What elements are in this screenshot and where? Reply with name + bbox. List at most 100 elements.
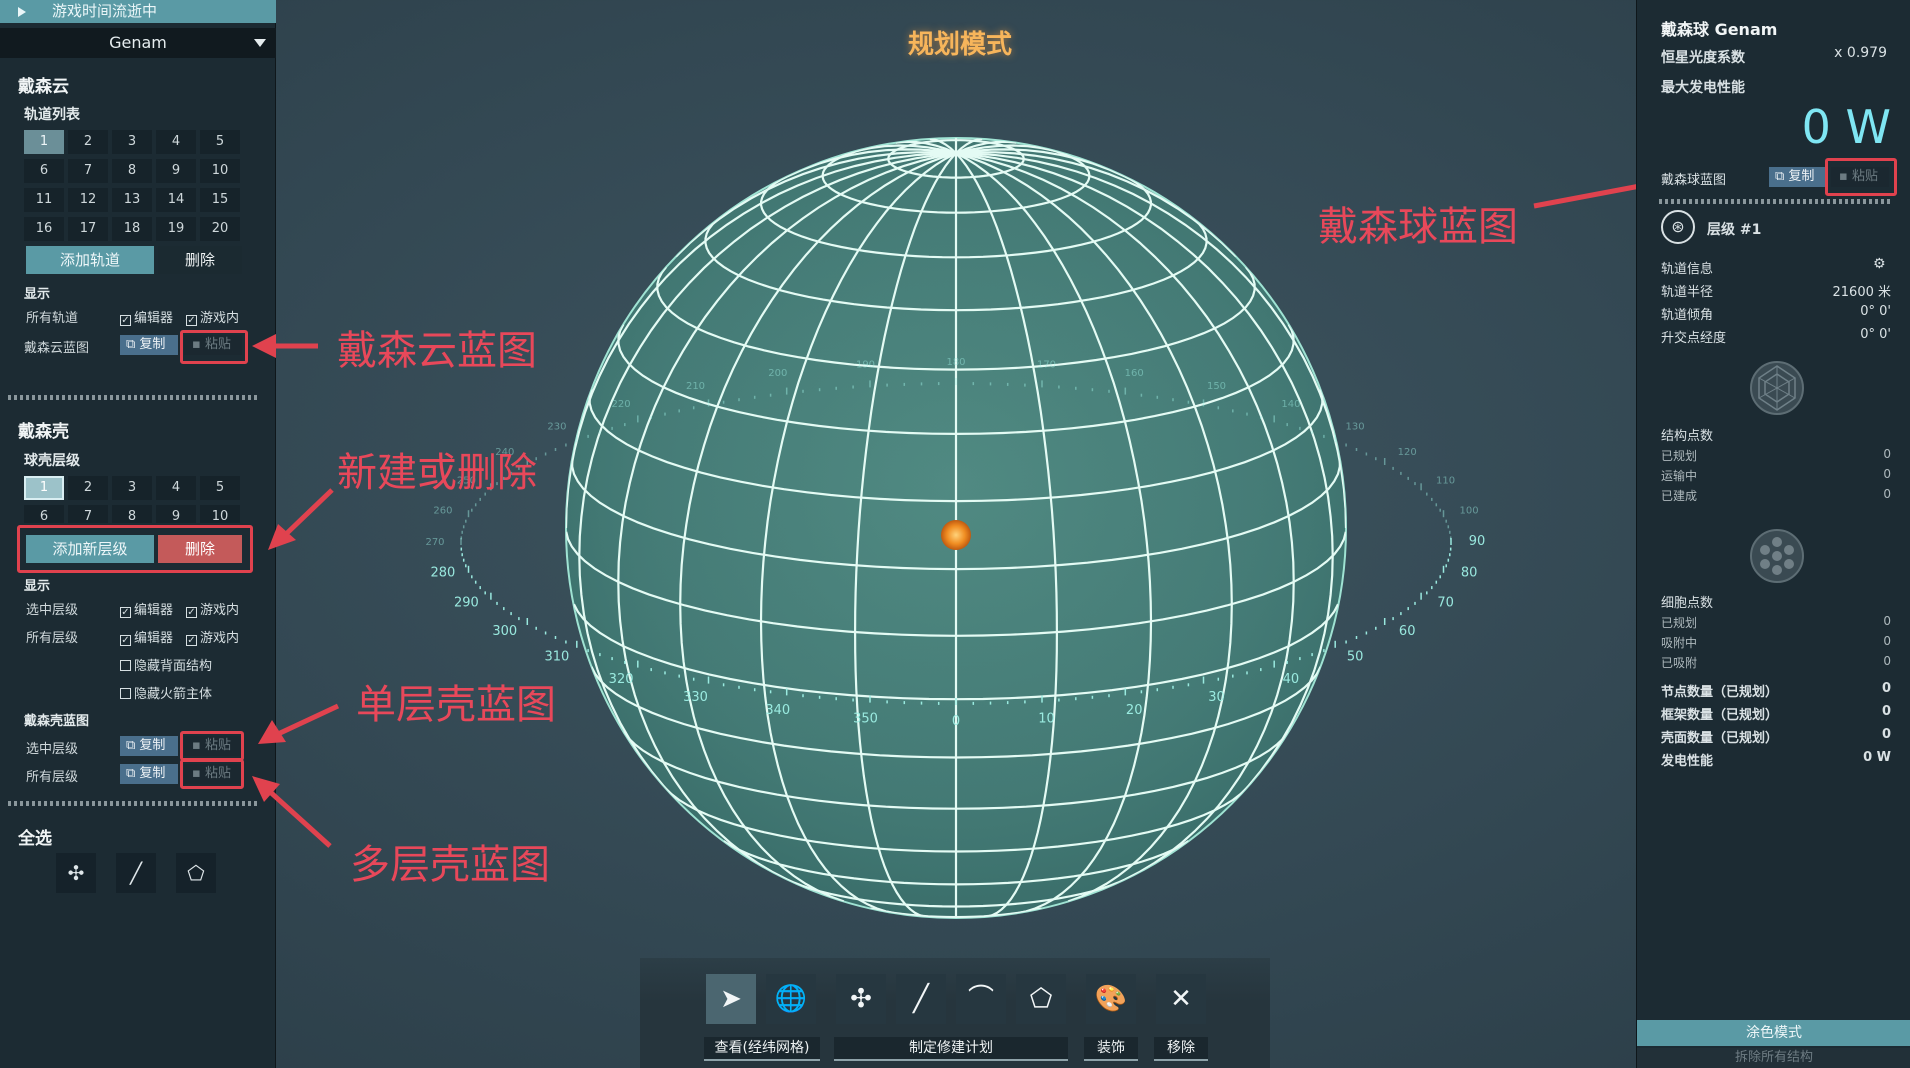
orbit-cell[interactable]: 5 (200, 130, 240, 154)
orbit-cell[interactable]: 9 (156, 159, 196, 183)
orbit-cell[interactable]: 10 (200, 159, 240, 183)
checkbox-checked-icon: ✓ (120, 607, 131, 618)
all-layers-copy-button[interactable]: ⧉ 复制 (120, 764, 178, 784)
orbit-cell[interactable]: 16 (24, 217, 64, 241)
layer-cell[interactable]: 9 (156, 505, 196, 523)
ring-tick-label: 180 (946, 357, 965, 368)
ring-tick-label: 330 (683, 690, 708, 705)
copy-icon: ⧉ (126, 766, 140, 781)
layer-cell[interactable]: 7 (68, 505, 108, 523)
orbit-cell[interactable]: 17 (68, 217, 108, 241)
ring-tick-label: 120 (1398, 447, 1417, 458)
grid-line (578, 152, 957, 801)
ring-tick-label: 200 (768, 368, 787, 379)
orbit-cell[interactable]: 11 (24, 188, 64, 212)
bp-all-layers-label: 所有层级 (26, 770, 79, 785)
right-panel: 戴森球 Genam 恒星光度系数 x 0.979 最大发电性能 0 W 戴森球蓝… (1636, 0, 1910, 1068)
decorate-label: 装饰 (1084, 1037, 1138, 1061)
layer-cell[interactable]: 6 (24, 505, 64, 523)
checkbox-label: 隐藏火箭主体 (134, 687, 213, 702)
layer-cell[interactable]: 3 (112, 476, 152, 500)
selected-layer-editor-checkbox[interactable]: ✓ 编辑器 (120, 599, 173, 618)
selected-layer-label: 选中层级 (26, 603, 79, 618)
all-layers-ingame-checkbox[interactable]: ✓ 游戏内 (186, 627, 239, 646)
draw-frame-tool[interactable]: ╱ (896, 974, 946, 1024)
time-flow-bar[interactable]: 游戏时间流逝中 (0, 0, 276, 23)
orbit-cell[interactable]: 2 (68, 130, 108, 154)
grid-line (679, 152, 957, 903)
orbit-cell[interactable]: 19 (156, 217, 196, 241)
dismantle-all-button[interactable]: 拆除所有结构 (1637, 1048, 1910, 1068)
gen-perf-value: 0 W (1863, 750, 1891, 765)
orbit-cell[interactable]: 3 (112, 130, 152, 154)
orbit-cell[interactable]: 7 (68, 159, 108, 183)
layer-cell[interactable]: 4 (156, 476, 196, 500)
orbit-info-label: 轨道信息 (1661, 262, 1714, 277)
grid-line (675, 151, 957, 258)
ring-tick-label: 350 (853, 711, 878, 726)
star-dropdown[interactable]: Genam (0, 28, 276, 58)
view-grid-tool[interactable]: 🌐 (766, 974, 816, 1024)
checkbox-unchecked-icon (120, 660, 131, 671)
remove-tool[interactable]: ✕ (1156, 974, 1206, 1024)
layer-orbit-icon: ⊛ (1661, 210, 1695, 244)
cursor-icon: ➤ (720, 984, 742, 1014)
grid-line (617, 323, 1295, 436)
layer-cell[interactable]: 2 (68, 476, 108, 500)
cell-absorbing-label: 吸附中 (1661, 636, 1698, 650)
draw-curve-tool[interactable]: ⌒ (956, 974, 1006, 1024)
all-layers-editor-checkbox[interactable]: ✓ 编辑器 (120, 627, 173, 646)
orbit-cell[interactable]: 8 (112, 159, 152, 183)
hide-rocket-checkbox[interactable]: 隐藏火箭主体 (120, 683, 212, 702)
layer-cell[interactable]: 10 (200, 505, 240, 523)
checkbox-label: 编辑器 (134, 631, 174, 646)
paint-mode-button[interactable]: 涂色模式 (1637, 1020, 1910, 1046)
orbit-cell[interactable]: 12 (68, 188, 108, 212)
gear-icon[interactable]: ⚙ (1873, 256, 1886, 272)
grid-line (566, 152, 957, 529)
add-orbit-button[interactable]: 添加轨道 (26, 246, 154, 274)
select-node-tool[interactable]: ✣ (56, 853, 96, 893)
grid-line (955, 152, 1334, 801)
selected-layer-ingame-checkbox[interactable]: ✓ 游戏内 (186, 599, 239, 618)
grid-line (955, 144, 1056, 155)
orbit-cell[interactable]: 20 (200, 217, 240, 241)
curve-icon: ⌒ (967, 984, 994, 1014)
shell-count-value: 0 (1881, 727, 1891, 742)
ring-tick-label: 10 (1038, 711, 1055, 726)
select-frame-tool[interactable]: ╱ (116, 853, 156, 893)
layer-cell[interactable]: 8 (112, 505, 152, 523)
checkbox-checked-icon: ✓ (120, 635, 131, 646)
swarm-copy-button[interactable]: ⧉ 复制 (120, 335, 178, 355)
decorate-tool[interactable]: 🎨 (1086, 974, 1136, 1024)
orbit-cell[interactable]: 13 (112, 188, 152, 212)
hide-back-checkbox[interactable]: 隐藏背面结构 (120, 655, 212, 674)
orbit-cell[interactable]: 1 (24, 130, 64, 154)
view-cursor-tool[interactable]: ➤ (706, 974, 756, 1024)
orbit-cell[interactable]: 4 (156, 130, 196, 154)
layer-cell[interactable]: 1 (24, 476, 64, 500)
ring-tick-label: 80 (1461, 565, 1478, 580)
ring-tick-label: 140 (1281, 399, 1300, 410)
select-shell-tool[interactable]: ⬠ (176, 853, 216, 893)
draw-shell-tool[interactable]: ⬠ (1016, 974, 1066, 1024)
all-orbits-ingame-checkbox[interactable]: ✓ 游戏内 (186, 307, 239, 326)
orbit-cell[interactable]: 14 (156, 188, 196, 212)
ring-tick-label: 300 (492, 624, 517, 639)
grid-line (571, 459, 1341, 571)
place-node-tool[interactable]: ✣ (836, 974, 886, 1024)
orbit-cell[interactable]: 15 (200, 188, 240, 212)
layer-cell[interactable]: 5 (200, 476, 240, 500)
view-label: 查看(经纬网格) (704, 1037, 820, 1061)
orbit-cell[interactable]: 18 (112, 217, 152, 241)
sphere-copy-button[interactable]: ⧉ 复制 (1769, 167, 1827, 187)
checkbox-label: 游戏内 (200, 603, 240, 618)
ring-tick-label: 170 (1037, 360, 1056, 371)
all-orbits-editor-checkbox[interactable]: ✓ 编辑器 (120, 307, 173, 326)
grid-line (566, 531, 1346, 637)
grid-line (929, 138, 957, 155)
delete-orbit-button[interactable]: 删除 (158, 246, 242, 274)
layer-copy-button[interactable]: ⧉ 复制 (120, 736, 178, 756)
cell-sphere-icon (1750, 529, 1804, 583)
orbit-cell[interactable]: 6 (24, 159, 64, 183)
